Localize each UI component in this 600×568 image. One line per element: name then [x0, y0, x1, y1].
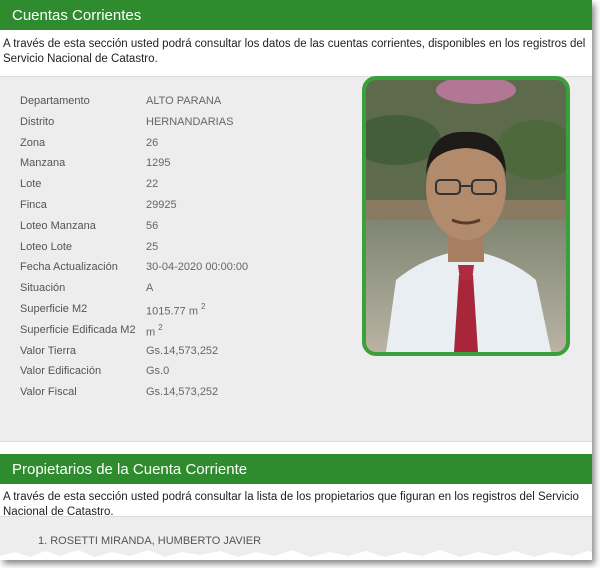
detail-value-text: 30-04-2020 00:00:00	[146, 261, 249, 274]
unit-superscript: 2	[201, 302, 206, 311]
detail-value-text: ALTO PARANA	[146, 95, 222, 107]
detail-label: Loteo Lote	[20, 240, 72, 253]
detail-value: 29925	[146, 199, 177, 215]
detail-row: Loteo Lote 25	[20, 241, 158, 257]
detail-value: 30-04-2020 00:00:00	[146, 261, 248, 277]
owner-photo	[362, 76, 570, 356]
detail-value: ALTO PARANA	[146, 95, 221, 111]
detail-row: Loteo Manzana 56	[20, 220, 158, 236]
detail-label: Superficie Edificada M2	[20, 323, 136, 336]
detail-value: 25	[146, 241, 158, 257]
detail-row: Situación A	[20, 282, 153, 298]
detail-value-text: 1015.77 m	[146, 305, 198, 318]
detail-value-text: 29925	[146, 199, 177, 211]
section-title: Cuentas Corrientes	[12, 6, 142, 24]
detail-value: 26	[146, 137, 158, 153]
detail-row: Manzana 1295	[20, 157, 170, 173]
section-header-cuentas: Cuentas Corrientes	[0, 0, 592, 30]
detail-value-text: 26	[146, 136, 159, 149]
detail-value: HERNANDARIAS	[146, 116, 233, 132]
torn-edge	[0, 550, 592, 560]
detail-value: m 2	[146, 322, 163, 340]
section-header-propietarios: Propietarios de la Cuenta Corriente	[0, 454, 592, 484]
detail-row: Departamento ALTO PARANA	[20, 95, 221, 111]
section-title: Propietarios de la Cuenta Corriente	[12, 460, 248, 478]
detail-value: 56	[146, 220, 158, 236]
detail-row: Valor Edificación Gs.0	[20, 365, 169, 381]
detail-value-text: HERNANDARIAS	[146, 115, 234, 128]
detail-row: Zona 26	[20, 137, 158, 153]
detail-label: Finca	[20, 199, 47, 211]
detail-value: 1295	[146, 157, 170, 173]
detail-value-text: Gs.14,573,252	[146, 386, 219, 399]
detail-label: Valor Tierra	[20, 344, 77, 357]
detail-value-text: m	[146, 326, 156, 339]
detail-value: Gs.14,573,252	[146, 386, 218, 402]
detail-label: Valor Fiscal	[20, 386, 77, 399]
detail-label: Lote	[20, 178, 42, 191]
detail-label: Loteo Manzana	[20, 219, 96, 232]
detail-label: Fecha Actualización	[20, 261, 118, 274]
detail-label: Superficie M2	[20, 303, 88, 315]
owner-photo-image	[366, 80, 566, 352]
detail-value-text: 56	[146, 219, 159, 232]
detail-row: Superficie M2 1015.77 m 2	[20, 302, 206, 319]
detail-value-text: 25	[146, 240, 159, 253]
section-description: A través de esta sección usted podrá con…	[3, 38, 586, 65]
detail-row: Fecha Actualización 30-04-2020 00:00:00	[20, 261, 248, 277]
detail-value: Gs.0	[146, 365, 169, 381]
detail-row: Valor Tierra Gs.14,573,252	[20, 345, 218, 361]
detail-value: A	[146, 282, 153, 298]
detail-value-text: 1295	[146, 157, 171, 170]
detail-label: Valor Edificación	[20, 365, 102, 378]
detail-value-text: 22	[146, 178, 159, 191]
detail-value-text: Gs.14,573,252	[146, 344, 219, 357]
detail-label: Zona	[20, 136, 46, 149]
detail-value-text: Gs.0	[146, 365, 170, 378]
detail-value: 1015.77 m 2	[146, 302, 206, 319]
detail-row: Lote 22	[20, 178, 158, 194]
detail-row: Finca 29925	[20, 199, 177, 215]
page-frame: Cuentas Corrientes A través de esta secc…	[0, 0, 592, 560]
detail-row: Superficie Edificada M2 m 2	[20, 322, 163, 340]
detail-value: Gs.14,573,252	[146, 345, 218, 361]
detail-value: 22	[146, 178, 158, 194]
detail-label: Distrito	[20, 115, 55, 128]
detail-label: Situación	[20, 282, 66, 295]
unit-superscript: 2	[158, 322, 163, 332]
detail-label: Manzana	[20, 157, 66, 170]
detail-row: Valor Fiscal Gs.14,573,252	[20, 386, 218, 402]
detail-value-text: A	[146, 282, 154, 295]
detail-row: Distrito HERNANDARIAS	[20, 116, 233, 132]
detail-label: Departamento	[20, 95, 90, 107]
